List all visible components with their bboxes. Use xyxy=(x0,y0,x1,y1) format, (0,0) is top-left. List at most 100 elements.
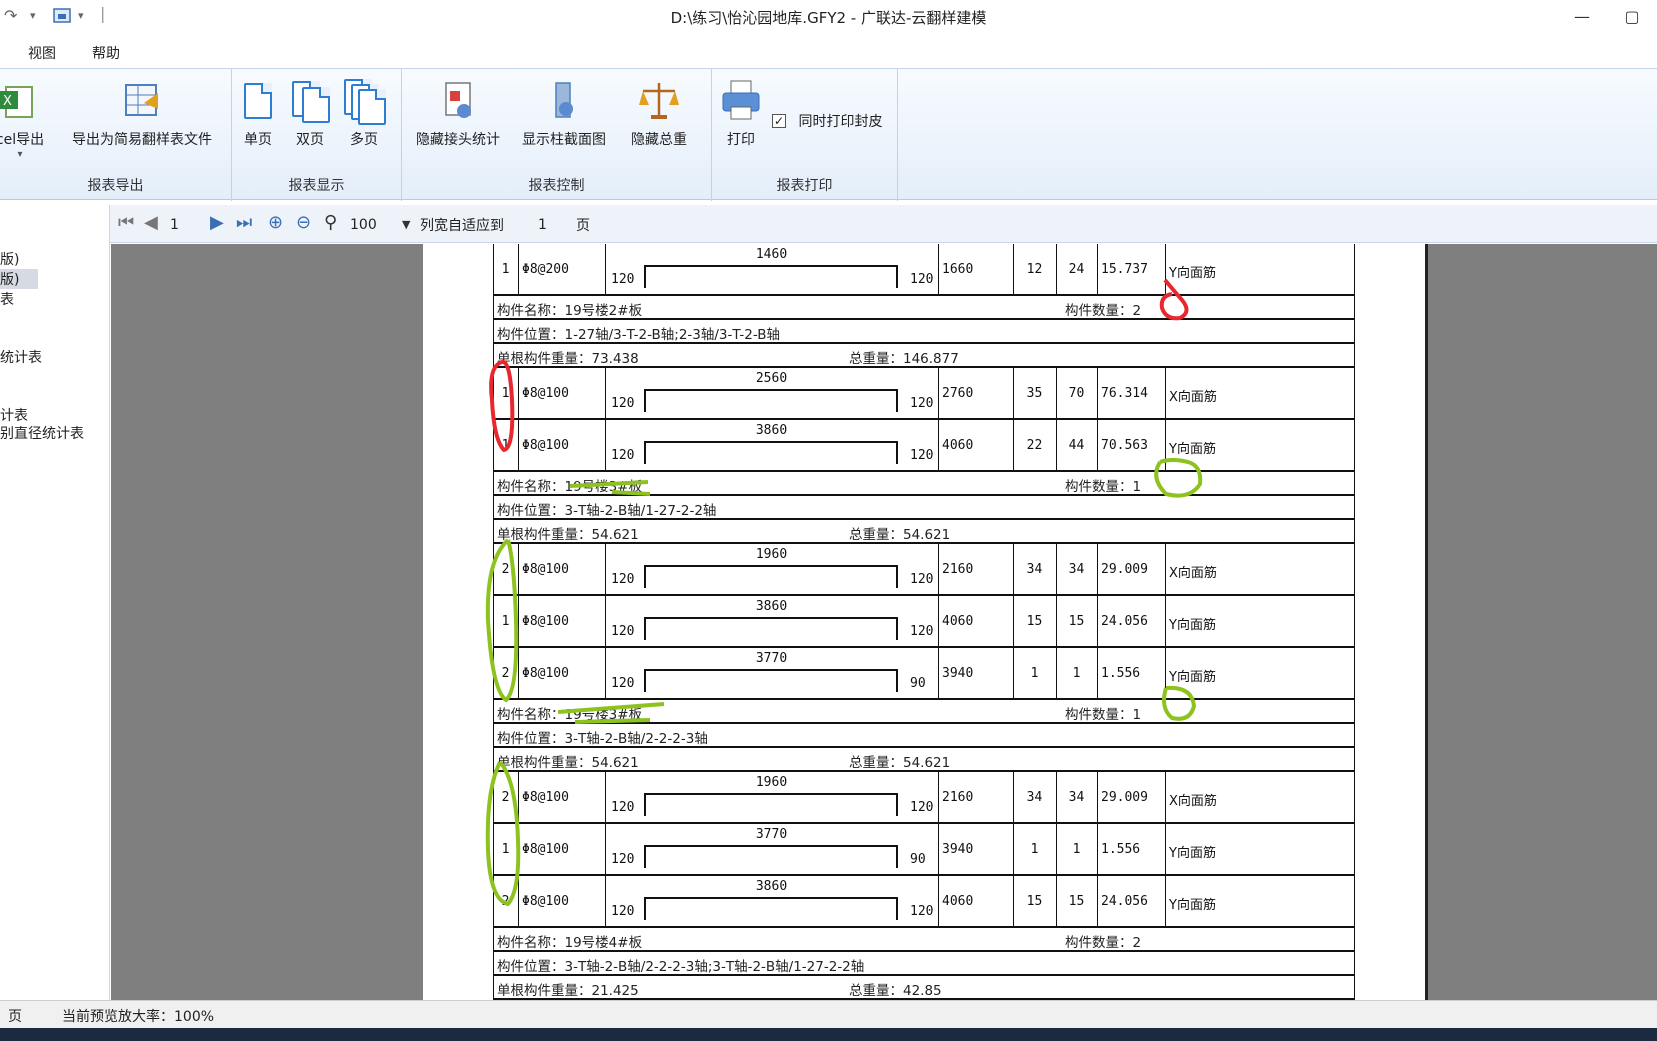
cell-shape-left: 120 xyxy=(611,272,635,287)
cell-count-1: 1 xyxy=(1030,842,1039,857)
cell-length: 4060 xyxy=(942,614,974,629)
cell-weight: 1.556 xyxy=(1101,842,1141,857)
last-page-icon[interactable]: ⏭ xyxy=(236,213,252,233)
show-column-section-button[interactable]: 显示柱截面图 xyxy=(518,79,610,149)
double-page-button[interactable]: 双页 xyxy=(290,79,330,149)
single-page-icon xyxy=(238,79,278,123)
cell-spec: Φ8@100 xyxy=(522,386,569,401)
magnifier-icon[interactable]: ⚲ xyxy=(324,213,337,233)
cell-weight: 76.314 xyxy=(1101,386,1148,401)
rebar-shape-drawing xyxy=(644,897,898,920)
cell-spec: Φ8@100 xyxy=(522,790,569,805)
cell-shape-right: 90 xyxy=(910,676,926,691)
cell-no: 1 xyxy=(501,262,510,277)
cell-weight: 24.056 xyxy=(1101,614,1148,629)
info-count: 构件数量：1 xyxy=(1065,707,1142,723)
cell-count-2: 24 xyxy=(1068,262,1085,277)
minimize-button[interactable]: — xyxy=(1560,4,1604,30)
maximize-button[interactable]: ▢ xyxy=(1610,4,1654,30)
rebar-shape-drawing xyxy=(644,389,898,412)
info-text: 构件位置：3-T轴-2-B轴/1-27-2-2轴 xyxy=(497,503,717,519)
cell-length: 3940 xyxy=(942,666,974,681)
cell-count-2: 70 xyxy=(1068,386,1085,401)
table-info-row: 构件位置：3-T轴-2-B轴/1-27-2-2轴 xyxy=(493,496,1355,520)
cell-spec: Φ8@200 xyxy=(522,262,569,277)
table-info-row: 单根构件重量：54.621 总重量：54.621 xyxy=(493,748,1355,772)
page-number-input[interactable] xyxy=(170,214,204,236)
ribbon-group-print: 打印 ✓ 同时打印封皮 报表打印 xyxy=(712,69,898,201)
ribbon-group-export: X cel导出 ▾ 导出为简易翻样表文件 报表导出 xyxy=(0,69,232,201)
menu-bar: 视图 帮助 xyxy=(0,40,1657,66)
cell-shape-left: 120 xyxy=(611,676,635,691)
cell-shape-right: 120 xyxy=(910,572,934,587)
cell-description: X向面筋 xyxy=(1169,794,1217,809)
multi-page-icon xyxy=(344,79,386,125)
menu-help[interactable]: 帮助 xyxy=(92,43,120,63)
tree-item[interactable]: 版) xyxy=(0,249,19,269)
excel-export-button[interactable]: X cel导出 ▾ xyxy=(0,79,50,160)
excel-export-label: cel导出 xyxy=(0,132,45,148)
print-cover-checkbox[interactable]: ✓ 同时打印封皮 xyxy=(772,111,882,131)
table-info-row: 构件名称：19号楼3#板 构件数量：1 xyxy=(493,700,1355,724)
group-label-display: 报表显示 xyxy=(288,178,345,194)
table-info-row: 单根构件重量：21.425 总重量：42.85 xyxy=(493,976,1355,1000)
info-text: 单根构件重量：54.621 xyxy=(497,527,639,543)
zoom-in-icon[interactable]: ⊕ xyxy=(268,213,283,233)
prev-page-icon[interactable]: ◀ xyxy=(144,213,158,233)
tree-item[interactable]: 表 xyxy=(0,289,14,309)
info-text: 构件名称：19号楼2#板 xyxy=(497,303,643,319)
cell-shape-right: 90 xyxy=(910,852,926,867)
single-page-button[interactable]: 单页 xyxy=(238,79,278,149)
next-page-icon[interactable]: ▶ xyxy=(210,213,224,233)
cell-description: Y向面筋 xyxy=(1169,266,1216,281)
rebar-shape-drawing xyxy=(644,265,898,288)
cell-count-2: 34 xyxy=(1068,790,1085,805)
cell-count-2: 15 xyxy=(1068,894,1085,909)
info-text: 单根构件重量：54.621 xyxy=(497,755,639,771)
tree-item[interactable]: 别直径统计表 xyxy=(0,423,84,443)
hide-joint-stats-button[interactable]: 隐藏接头统计 xyxy=(412,79,504,149)
cell-shape-left: 120 xyxy=(611,852,635,867)
cell-weight: 70.563 xyxy=(1101,438,1148,453)
cell-count-1: 15 xyxy=(1026,614,1043,629)
cell-no: 2 xyxy=(501,790,510,805)
cell-count-2: 1 xyxy=(1072,842,1081,857)
cell-shape-right: 120 xyxy=(910,272,934,287)
tree-item-selected[interactable]: 版) xyxy=(0,269,38,289)
fit-unit-label: 页 xyxy=(576,218,590,234)
checkmark-icon: ✓ xyxy=(772,114,786,128)
cell-shape-left: 120 xyxy=(611,572,635,587)
chevron-down-icon: ▾ xyxy=(17,149,23,160)
cell-spec: Φ8@100 xyxy=(522,438,569,453)
zoom-input[interactable] xyxy=(350,214,398,236)
print-button[interactable]: 打印 xyxy=(716,79,766,149)
export-simple-file-button[interactable]: 导出为简易翻样表文件 xyxy=(62,79,222,149)
info-text: 构件名称：19号楼4#板 xyxy=(497,935,643,951)
info-text: 构件名称：19号楼3#板 xyxy=(497,707,643,723)
cell-count-2: 15 xyxy=(1068,614,1085,629)
cell-weight: 1.556 xyxy=(1101,666,1141,681)
cell-count-2: 1 xyxy=(1072,666,1081,681)
hide-joint-stats-label: 隐藏接头统计 xyxy=(416,132,500,148)
report-preview-area[interactable]: 1 Φ8@200 1460 120 120 1660 12 24 15.737 Y向面筋 构件名称：… xyxy=(111,244,1657,1000)
cell-length: 4060 xyxy=(942,438,974,453)
cell-shape-left: 120 xyxy=(611,448,635,463)
cell-shape-left: 120 xyxy=(611,904,635,919)
cell-description: X向面筋 xyxy=(1169,390,1217,405)
zoom-out-icon[interactable]: ⊖ xyxy=(296,213,311,233)
cell-no: 1 xyxy=(501,614,510,629)
fit-pages-input[interactable] xyxy=(538,214,572,236)
cell-length: 2760 xyxy=(942,386,974,401)
cell-count-2: 34 xyxy=(1068,562,1085,577)
chevron-down-icon[interactable]: ▼ xyxy=(402,215,410,235)
tree-item[interactable]: 统计表 xyxy=(0,347,42,367)
multi-page-button[interactable]: 多页 xyxy=(344,79,386,149)
tree-item[interactable]: 计表 xyxy=(0,405,28,425)
cell-shape-right: 120 xyxy=(910,448,934,463)
hide-total-weight-button[interactable]: 隐藏总重 xyxy=(624,79,694,149)
table-row: 1 Φ8@200 1460 120 120 1660 12 24 15.737 Y向面筋 xyxy=(493,244,1355,296)
first-page-icon[interactable]: ⏮ xyxy=(118,213,134,233)
table-row: 1 Φ8@100 3770 120 90 3940 1 1 1.556 Y向面筋 xyxy=(493,824,1355,876)
show-column-section-label: 显示柱截面图 xyxy=(522,132,606,148)
menu-view[interactable]: 视图 xyxy=(28,43,56,63)
